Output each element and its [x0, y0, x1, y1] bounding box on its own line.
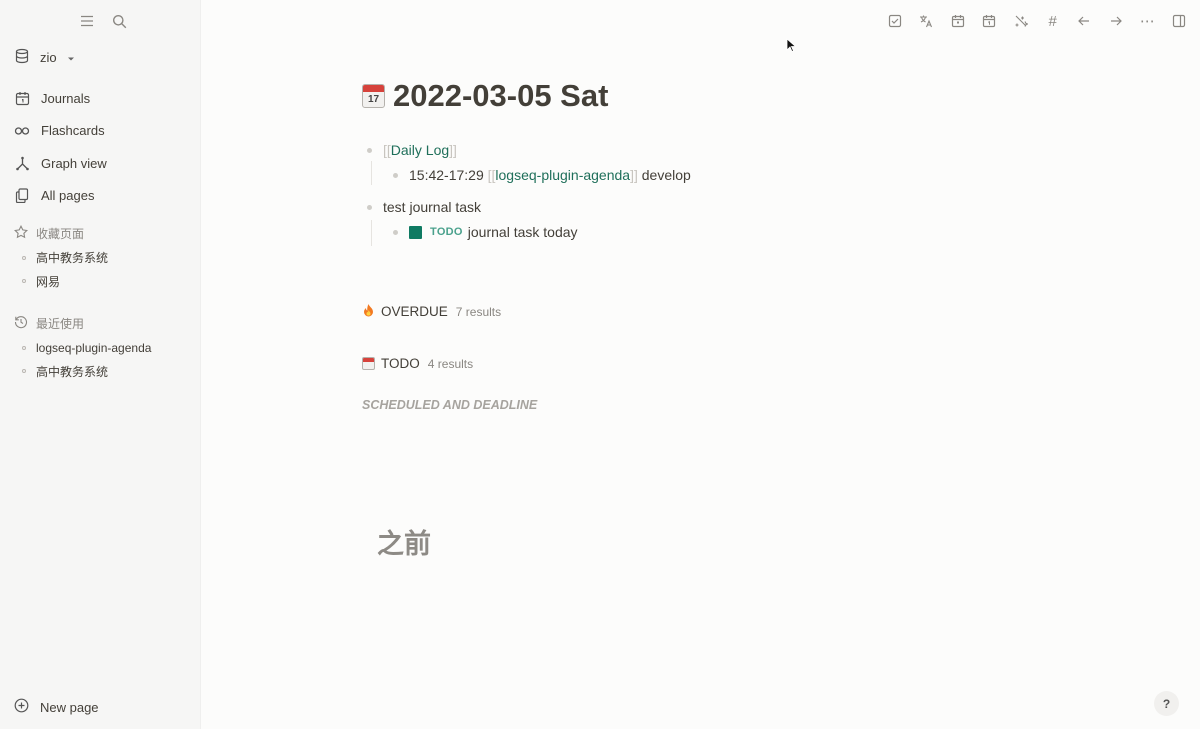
- graph-icon: [14, 155, 30, 171]
- sidebar-nav: Journals Flashcards Graph view All pages: [14, 82, 194, 212]
- favorites-header[interactable]: 收藏页面: [14, 224, 85, 242]
- graph-selector[interactable]: zio: [14, 48, 75, 67]
- block-bullet[interactable]: [393, 229, 398, 235]
- search-icon[interactable]: [110, 12, 128, 30]
- favorite-item[interactable]: 网易: [22, 270, 108, 294]
- header-toolbar: # ⋯: [886, 12, 1188, 30]
- plus-circle-icon: [14, 698, 29, 716]
- sidebar-item-flashcards[interactable]: Flashcards: [14, 115, 194, 148]
- favorite-item[interactable]: 高中教务系统: [22, 246, 108, 270]
- mouse-cursor-icon: [786, 38, 797, 57]
- menu-icon[interactable]: [78, 12, 96, 30]
- sidebar-item-label: Journals: [41, 90, 91, 106]
- block-todo[interactable]: TODO journal task today: [388, 221, 691, 243]
- more-icon[interactable]: ⋯: [1138, 12, 1156, 30]
- scheduled-deadline-heading[interactable]: SCHEDULED AND DEADLINE: [362, 398, 537, 412]
- history-icon: [14, 315, 28, 332]
- translate-icon[interactable]: [917, 12, 935, 30]
- arrow-left-icon[interactable]: [1075, 12, 1093, 30]
- todo-query-count: 4 results: [427, 356, 474, 371]
- infinity-icon: [14, 123, 30, 139]
- star-icon: [14, 224, 28, 242]
- sidebar-item-label: Graph view: [41, 155, 107, 171]
- new-page-label: New page: [40, 699, 99, 715]
- todo-marker[interactable]: TODO: [430, 226, 463, 238]
- overdue-count: 7 results: [455, 304, 502, 319]
- calendar-icon[interactable]: [949, 12, 967, 30]
- block-test-task[interactable]: test journal task: [362, 196, 691, 218]
- page-ref-daily-log[interactable]: Daily Log: [391, 142, 449, 158]
- sidebar-item-label: All pages: [41, 188, 95, 204]
- todo-query-label: TODO: [381, 356, 420, 371]
- pages-icon: [14, 188, 30, 204]
- calendar-icon: [14, 90, 30, 106]
- arrow-right-icon[interactable]: [1107, 12, 1125, 30]
- calendar-emoji-icon: [362, 357, 375, 370]
- before-heading: 之前: [377, 529, 431, 559]
- favorites-list: 高中教务系统 网易: [22, 246, 108, 293]
- page-blocks: [[Daily Log]] 15:42-17:29 [[logseq-plugi…: [362, 139, 691, 246]
- checkbox-icon[interactable]: [886, 12, 904, 30]
- sidebar-item-all-pages[interactable]: All pages: [14, 180, 194, 213]
- sidebar-item-graph-view[interactable]: Graph view: [14, 147, 194, 180]
- block-bullet[interactable]: [367, 147, 372, 153]
- chevron-down-icon: [67, 50, 75, 65]
- left-sidebar: zio Journals Flashcards Graph view All p…: [0, 0, 201, 729]
- graph-name: zio: [40, 50, 57, 65]
- sidebar-item-label: Flashcards: [41, 123, 105, 139]
- recent-title: 最近使用: [36, 317, 85, 331]
- block-bullet[interactable]: [393, 172, 398, 178]
- sidebar-toggle-icon[interactable]: [1170, 12, 1188, 30]
- block-bullet[interactable]: [367, 204, 372, 210]
- recent-item[interactable]: logseq-plugin-agenda: [22, 336, 151, 360]
- sidebar-item-journals[interactable]: Journals: [14, 82, 194, 115]
- recent-header[interactable]: 最近使用: [14, 315, 84, 332]
- page-title[interactable]: 17 2022-03-05 Sat: [362, 78, 608, 114]
- block-time-entry[interactable]: 15:42-17:29 [[logseq-plugin-agenda]] dev…: [388, 164, 691, 186]
- overdue-query-header[interactable]: OVERDUE 7 results: [362, 303, 501, 320]
- block-guide-line: [371, 220, 372, 246]
- favorites-title: 收藏页面: [36, 227, 85, 241]
- new-page-button[interactable]: New page: [14, 698, 99, 716]
- overdue-label: OVERDUE: [381, 304, 448, 319]
- calendar-day-icon[interactable]: [980, 12, 998, 30]
- block-guide-line: [371, 161, 372, 185]
- page-title-text: 2022-03-05 Sat: [393, 78, 609, 113]
- calendar-emoji-icon: 17: [362, 84, 385, 108]
- help-button[interactable]: ?: [1154, 691, 1179, 716]
- hashtag-icon[interactable]: #: [1044, 12, 1062, 30]
- recent-item[interactable]: 高中教务系统: [22, 360, 151, 384]
- database-icon: [14, 48, 30, 67]
- sidebar-top-controls: [78, 12, 128, 30]
- page-ref-plugin-agenda[interactable]: logseq-plugin-agenda: [495, 167, 630, 183]
- block-daily-log[interactable]: [[Daily Log]]: [362, 139, 691, 161]
- fire-icon: [362, 303, 375, 320]
- todo-query-header[interactable]: TODO 4 results: [362, 356, 473, 371]
- recent-list: logseq-plugin-agenda 高中教务系统: [22, 336, 151, 383]
- todo-checkbox[interactable]: [409, 225, 422, 239]
- sparkle-icon[interactable]: [1012, 12, 1030, 30]
